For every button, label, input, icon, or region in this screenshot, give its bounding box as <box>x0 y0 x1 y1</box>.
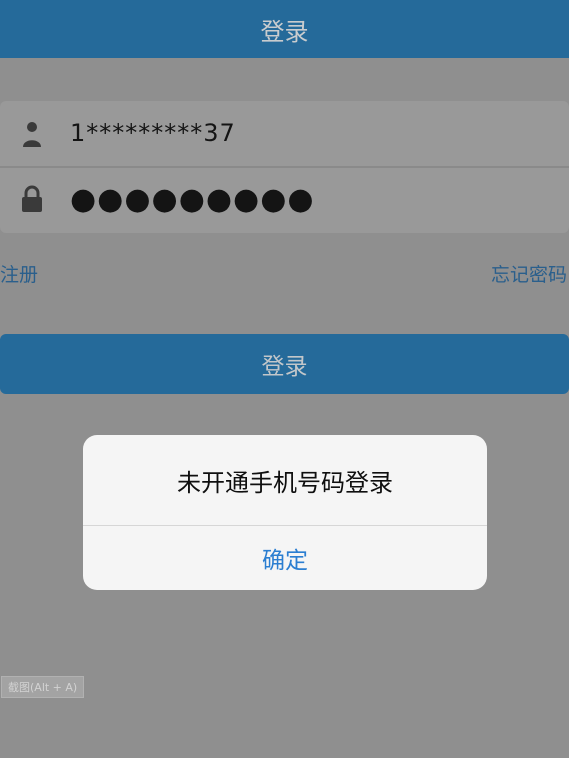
login-form: 1*********37 ●●●●●●●●● <box>0 101 569 233</box>
alert-dialog: 未开通手机号码登录 确定 <box>83 435 487 590</box>
lock-icon <box>22 185 42 212</box>
user-icon <box>23 122 41 147</box>
nav-bar: 登录 <box>0 0 569 58</box>
login-button[interactable]: 登录 <box>0 334 569 394</box>
login-button-label: 登录 <box>261 354 308 380</box>
username-field[interactable]: 1*********37 <box>0 101 569 166</box>
password-field[interactable]: ●●●●●●●●● <box>0 168 569 233</box>
password-value: ●●●●●●●●● <box>70 182 315 217</box>
register-link[interactable]: 注册 <box>0 260 38 287</box>
dialog-message: 未开通手机号码登录 <box>177 468 393 497</box>
screenshot-hint: 截图(Alt + A) <box>1 676 85 698</box>
confirm-button[interactable]: 确定 <box>83 526 487 590</box>
screenshot-hint-label: 截图(Alt + A) <box>8 681 78 694</box>
username-value: 1*********37 <box>70 119 236 147</box>
page-title: 登录 <box>260 17 309 46</box>
forgot-password-link[interactable]: 忘记密码 <box>491 260 567 287</box>
